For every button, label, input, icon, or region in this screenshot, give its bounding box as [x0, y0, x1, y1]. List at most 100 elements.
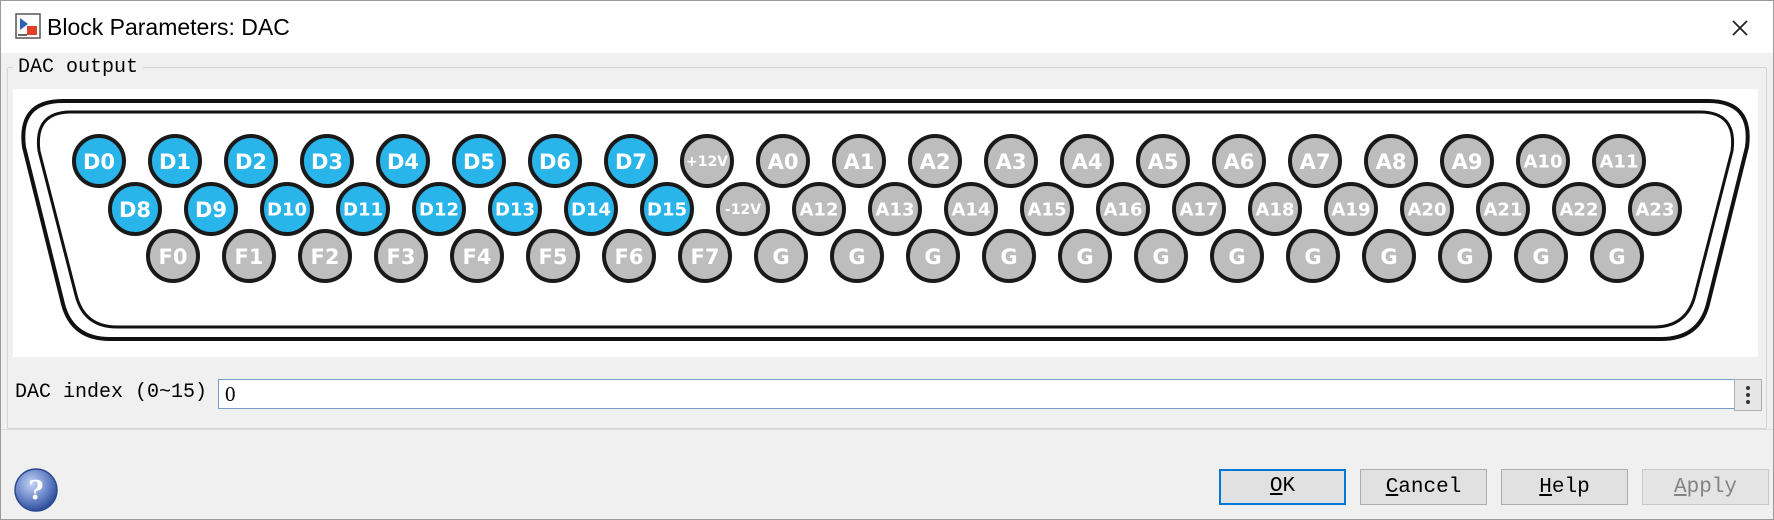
ok-label-rest: K: [1282, 475, 1296, 498]
pin-d11: D11: [336, 182, 390, 236]
pin-f5: F5: [526, 229, 580, 283]
pin-g: G: [830, 229, 884, 283]
pin-a13: A13: [868, 182, 922, 236]
group-label: DAC output: [13, 56, 144, 80]
ok-mnemonic: O: [1269, 475, 1283, 498]
pin-d5: D5: [452, 134, 506, 188]
pin-a18: A18: [1248, 182, 1302, 236]
pin-f1: F1: [222, 229, 276, 283]
pin-a19: A19: [1324, 182, 1378, 236]
window-title: Block Parameters: DAC: [47, 14, 290, 40]
pin-label: D4: [387, 150, 419, 174]
pin-label: D2: [235, 150, 267, 174]
pin-a11: A11: [1592, 134, 1646, 188]
pin-label: A23: [1636, 200, 1675, 221]
pin-f0: F0: [146, 229, 200, 283]
pin-d9: D9: [184, 182, 238, 236]
pin-label: A5: [1148, 150, 1179, 174]
pin-label: F0: [159, 245, 188, 269]
pin-label: A11: [1600, 152, 1639, 173]
title-bar: Block Parameters: DAC: [1, 1, 1773, 53]
pin-d1: D1: [148, 134, 202, 188]
pin-label: G: [1076, 245, 1093, 269]
apply-mnemonic: A: [1673, 476, 1687, 499]
pin-label: D6: [539, 150, 571, 174]
pin-f7: F7: [678, 229, 732, 283]
pin-d4: D4: [376, 134, 430, 188]
cancel-mnemonic: C: [1385, 476, 1399, 499]
simulink-block-icon: [15, 13, 41, 39]
pin-label: A12: [800, 200, 839, 221]
pin-label: G: [1608, 245, 1625, 269]
pin-label: A22: [1560, 200, 1599, 221]
vertical-ellipsis-icon: [1746, 386, 1750, 404]
pin-f4: F4: [450, 229, 504, 283]
pin-label: F7: [691, 245, 720, 269]
pin-g: G: [1134, 229, 1188, 283]
apply-button[interactable]: Apply: [1642, 469, 1769, 505]
pin-label: A0: [768, 150, 799, 174]
help-question-icon[interactable]: ?: [13, 467, 59, 513]
pin-d8: D8: [108, 182, 162, 236]
pin-label: A18: [1256, 200, 1295, 221]
pin-a15: A15: [1020, 182, 1074, 236]
pin-a3: A3: [984, 134, 1038, 188]
dac-index-input[interactable]: [218, 379, 1742, 409]
pin-d10: D10: [260, 182, 314, 236]
pin-label: F6: [615, 245, 644, 269]
pin-g: G: [1362, 229, 1416, 283]
dac-index-label: DAC index (0~15): [15, 381, 208, 404]
pin-label: D15: [647, 200, 687, 221]
svg-text:?: ?: [28, 476, 43, 506]
pin-label: G: [1532, 245, 1549, 269]
pin-label: G: [1000, 245, 1017, 269]
pin-label: G: [1304, 245, 1321, 269]
pin-label: G: [924, 245, 941, 269]
pin-a21: A21: [1476, 182, 1530, 236]
help-button[interactable]: Help: [1501, 469, 1628, 505]
footer-divider: [1, 429, 1773, 430]
pin-d6: D6: [528, 134, 582, 188]
pin-a23: A23: [1628, 182, 1682, 236]
ok-button[interactable]: OK: [1219, 469, 1346, 505]
pin-label: A9: [1452, 150, 1483, 174]
pin-label: F1: [235, 245, 264, 269]
pin-d0: D0: [72, 134, 126, 188]
pin-label: A17: [1180, 200, 1219, 221]
pin-a6: A6: [1212, 134, 1266, 188]
pin-label: G: [1228, 245, 1245, 269]
pin-label: A7: [1300, 150, 1331, 174]
help-label-rest: elp: [1551, 476, 1590, 499]
pin-a2: A2: [908, 134, 962, 188]
pin-label: A1: [844, 150, 875, 174]
pin-g: G: [1514, 229, 1568, 283]
pin-label: A3: [996, 150, 1027, 174]
pin-a0: A0: [756, 134, 810, 188]
pin-g: G: [1438, 229, 1492, 283]
pin-label: D7: [615, 150, 647, 174]
pin-label: A8: [1376, 150, 1407, 174]
pin-label: A14: [952, 200, 991, 221]
pin-label: A4: [1072, 150, 1103, 174]
pin-label: D14: [571, 200, 611, 221]
pin-d15: D15: [640, 182, 694, 236]
parameter-options-button[interactable]: [1734, 379, 1762, 411]
block-parameters-dialog: Block Parameters: DAC DAC output D0 D1 D2 D…: [0, 0, 1774, 520]
pin-label: G: [1152, 245, 1169, 269]
pin-d13: D13: [488, 182, 542, 236]
pin-label: G: [1380, 245, 1397, 269]
pin-label: G: [1456, 245, 1473, 269]
pin-a1: A1: [832, 134, 886, 188]
help-mnemonic: H: [1539, 476, 1552, 499]
pin-label: D11: [343, 200, 383, 221]
pin-a20: A20: [1400, 182, 1454, 236]
cancel-button[interactable]: Cancel: [1360, 469, 1487, 505]
close-icon[interactable]: [1725, 13, 1755, 43]
pin-label: A15: [1028, 200, 1067, 221]
pin-f6: F6: [602, 229, 656, 283]
pin-label: A21: [1484, 200, 1523, 221]
pin-d2: D2: [224, 134, 278, 188]
connector-pinout: D0 D1 D2 D3 D4 D5 D6 D7 +12V A0 A1 A2 A3 A4 A5 A6 A7 A8 A9…: [21, 99, 1750, 341]
pin-d3: D3: [300, 134, 354, 188]
pin-a8: A8: [1364, 134, 1418, 188]
